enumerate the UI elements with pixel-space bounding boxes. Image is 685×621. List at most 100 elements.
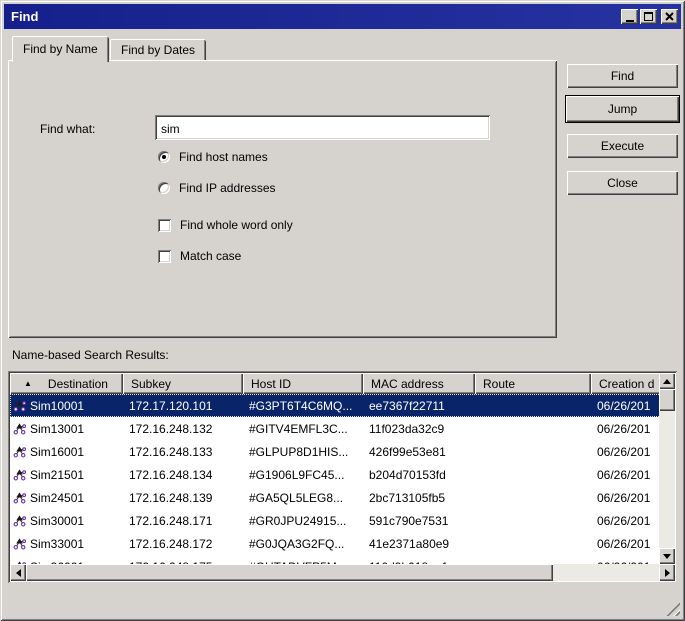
host-id-cell: #GA5QL5LEG8... [243, 491, 363, 505]
results-label: Name-based Search Results: [12, 348, 169, 362]
creation-cell: 06/26/201 [591, 445, 659, 459]
arrow-left-icon [16, 569, 21, 577]
column-label: Creation d [599, 377, 654, 391]
subkey-cell: 172.16.248.132 [123, 422, 243, 436]
horizontal-scroll-thumb[interactable] [26, 564, 553, 581]
column-header-mac-address[interactable]: MAC address [363, 373, 475, 394]
creation-cell: 06/26/201 [591, 422, 659, 436]
destination-cell: Sim16001 [10, 445, 123, 459]
tab-label: Find by Name [23, 42, 98, 56]
table-row[interactable]: Sim36001 172.16.248.175 #GHTADVFP5M... 1… [10, 555, 659, 564]
destination-cell: Sim30001 [10, 514, 123, 528]
tab-label: Find by Dates [121, 43, 195, 57]
column-label: MAC address [371, 377, 444, 391]
button-label: Execute [601, 139, 644, 153]
results-rows: Sim10001 172.17.120.101 #G3PT6T4C6MQ... … [10, 394, 659, 564]
table-row[interactable]: Sim24501 172.16.248.139 #GA5QL5LEG8... 2… [10, 486, 659, 509]
subkey-cell: 172.16.248.171 [123, 514, 243, 528]
destination-cell: Sim33001 [10, 537, 123, 551]
table-row[interactable]: Sim10001 172.17.120.101 #G3PT6T4C6MQ... … [10, 394, 659, 417]
creation-cell: 06/26/201 [591, 468, 659, 482]
destination-cell: Sim13001 [10, 422, 123, 436]
minimize-icon [626, 20, 634, 22]
network-node-icon [13, 445, 26, 458]
network-node-icon [13, 537, 26, 550]
button-label: Close [607, 176, 638, 190]
host-id-cell: #G0JQA3G2FQ... [243, 537, 363, 551]
scroll-up-button[interactable] [659, 373, 675, 389]
mac-address-cell: 591c790e7531 [363, 514, 475, 528]
network-node-icon [13, 491, 26, 504]
button-label: Jump [608, 102, 637, 116]
table-row[interactable]: Sim13001 172.16.248.132 #GITV4EMFL3C... … [10, 417, 659, 440]
host-id-cell: #G1906L9FC45... [243, 468, 363, 482]
column-header-subkey[interactable]: Subkey [123, 373, 243, 394]
tab-find-by-dates[interactable]: Find by Dates [110, 39, 206, 60]
mac-address-cell: 426f99e53e81 [363, 445, 475, 459]
arrow-right-icon [665, 569, 670, 577]
mac-address-cell: ee7367f22711 [363, 399, 475, 413]
vertical-scroll-track[interactable] [659, 411, 675, 548]
network-node-icon [13, 514, 26, 527]
horizontal-scrollbar[interactable] [10, 564, 675, 581]
host-id-cell: #GITV4EMFL3C... [243, 422, 363, 436]
resize-grip[interactable] [666, 602, 680, 616]
creation-cell: 06/26/201 [591, 399, 659, 413]
scroll-right-button[interactable] [659, 564, 675, 581]
find-button[interactable]: Find [567, 64, 678, 88]
titlebar[interactable]: Find [4, 4, 681, 29]
mac-address-cell: 41e2371a80e9 [363, 537, 475, 551]
sort-ascending-icon: ▲ [24, 380, 32, 388]
destination-cell: Sim21501 [10, 468, 123, 482]
creation-cell: 06/26/201 [591, 514, 659, 528]
subkey-cell: 172.16.248.139 [123, 491, 243, 505]
close-icon [665, 12, 674, 21]
creation-cell: 06/26/201 [591, 491, 659, 505]
minimize-button[interactable] [621, 9, 638, 24]
jump-button[interactable]: Jump [565, 95, 680, 123]
button-label: Find [611, 69, 634, 83]
host-id-cell: #GR0JPU24915... [243, 514, 363, 528]
table-row[interactable]: Sim33001 172.16.248.172 #G0JQA3G2FQ... 4… [10, 532, 659, 555]
column-header-host-id[interactable]: Host ID [243, 373, 363, 394]
column-header-creation[interactable]: Creation d [591, 373, 659, 394]
host-id-cell: #G3PT6T4C6MQ... [243, 399, 363, 413]
network-node-icon [13, 399, 26, 412]
column-label: Host ID [251, 377, 291, 391]
subkey-cell: 172.16.248.133 [123, 445, 243, 459]
maximize-icon [644, 12, 653, 21]
table-row[interactable]: Sim30001 172.16.248.171 #GR0JPU24915... … [10, 509, 659, 532]
destination-cell: Sim24501 [10, 491, 123, 505]
column-header-destination[interactable]: ▲ Destination [10, 373, 123, 394]
vertical-scrollbar[interactable] [659, 373, 675, 564]
scroll-down-button[interactable] [659, 548, 675, 564]
mac-address-cell: b204d70153fd [363, 468, 475, 482]
subkey-cell: 172.17.120.101 [123, 399, 243, 413]
execute-button[interactable]: Execute [567, 134, 678, 158]
host-id-cell: #GLPUP8D1HIS... [243, 445, 363, 459]
close-window-button[interactable] [661, 9, 678, 24]
results-header: ▲ Destination Subkey Host ID MAC address [10, 373, 659, 394]
arrow-down-icon [663, 554, 671, 559]
table-row[interactable]: Sim16001 172.16.248.133 #GLPUP8D1HIS... … [10, 440, 659, 463]
window-title: Find [11, 9, 619, 24]
results-listview: ▲ Destination Subkey Host ID MAC address [8, 371, 677, 583]
mac-address-cell: 11f023da32c9 [363, 422, 475, 436]
arrow-up-icon [663, 379, 671, 384]
column-label: Route [483, 377, 515, 391]
close-button[interactable]: Close [567, 171, 678, 195]
subkey-cell: 172.16.248.134 [123, 468, 243, 482]
tab-find-by-name[interactable]: Find by Name [12, 36, 109, 62]
network-node-icon [13, 468, 26, 481]
column-label: Subkey [131, 377, 171, 391]
vertical-scroll-thumb[interactable] [659, 389, 675, 411]
tab-panel [8, 60, 557, 338]
column-header-route[interactable]: Route [475, 373, 591, 394]
scroll-left-button[interactable] [10, 564, 26, 581]
mac-address-cell: 2bc713105fb5 [363, 491, 475, 505]
table-row[interactable]: Sim21501 172.16.248.134 #G1906L9FC45... … [10, 463, 659, 486]
maximize-button[interactable] [640, 9, 657, 24]
destination-cell: Sim10001 [10, 399, 123, 413]
find-dialog: Find Find by Name Find by Dates Find wha… [0, 0, 685, 621]
subkey-cell: 172.16.248.172 [123, 537, 243, 551]
